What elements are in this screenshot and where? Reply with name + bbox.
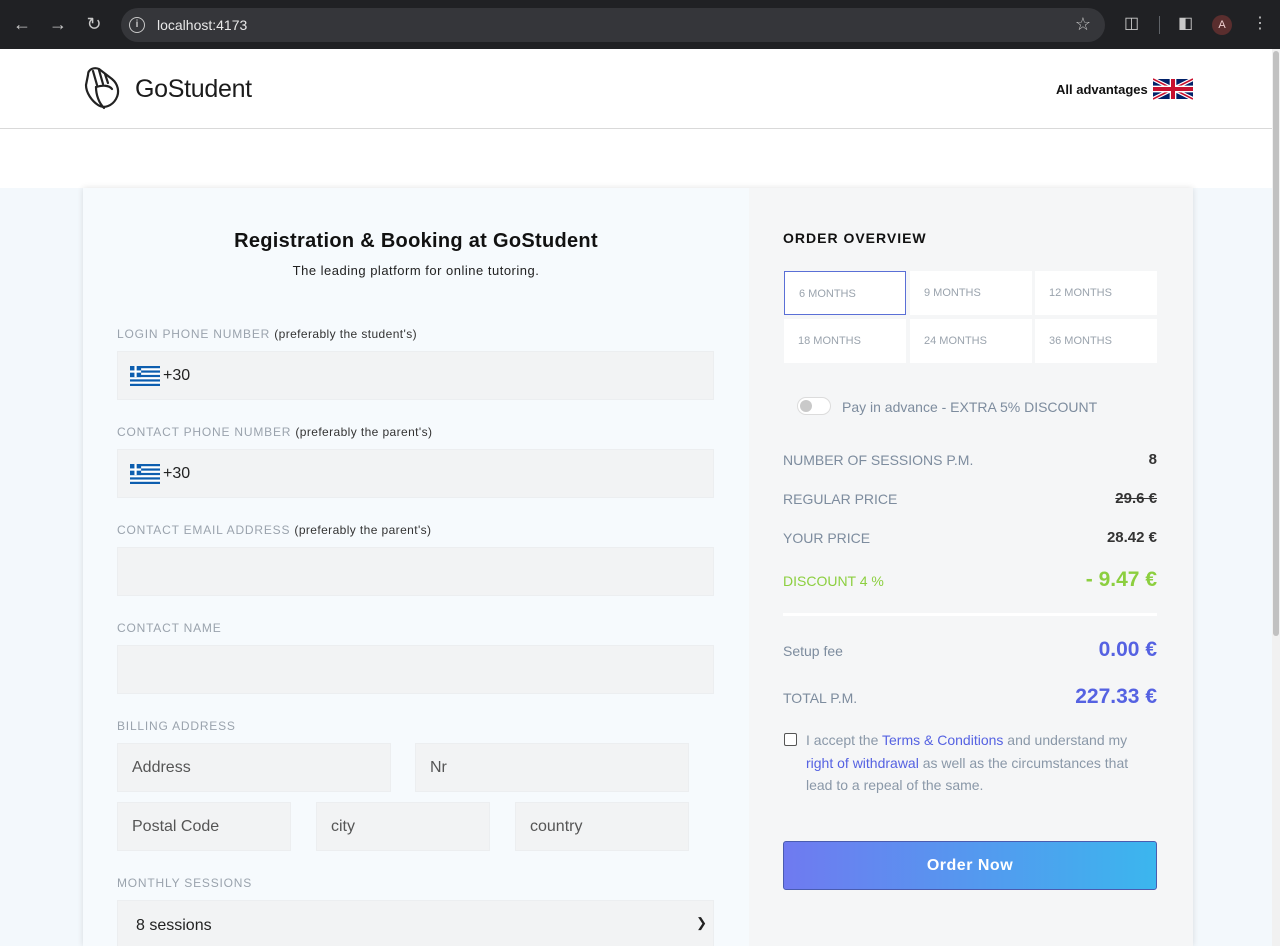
contact-email-label: CONTACT EMAIL ADDRESS (preferably the pa… — [117, 523, 432, 537]
country-placeholder: country — [530, 818, 583, 835]
contact-name-label: CONTACT NAME — [117, 621, 222, 635]
order-overview-title: ORDER OVERVIEW — [783, 230, 927, 246]
back-icon[interactable]: ← — [10, 12, 34, 36]
city-placeholder: city — [331, 818, 355, 835]
extensions-icon[interactable]: ◫ — [1124, 13, 1139, 33]
booking-card: Registration & Booking at GoStudent The … — [83, 188, 1193, 946]
page-scrollbar[interactable] — [1272, 49, 1280, 946]
contact-email-input[interactable] — [117, 547, 714, 596]
terms-conditions-link[interactable]: Terms & Conditions — [882, 732, 1003, 748]
gostudent-logo-icon[interactable] — [82, 65, 122, 111]
login-phone-input[interactable]: +30 — [117, 351, 714, 400]
duration-option-18-months[interactable]: 18 MONTHS — [784, 319, 906, 363]
pay-in-advance-toggle[interactable] — [797, 397, 831, 415]
order-now-button[interactable]: Order Now — [783, 841, 1157, 890]
site-header: GoStudent All advantages — [0, 49, 1272, 129]
browser-toolbar: ← → ↻ i localhost:4173 ☆ ◫ ◧ A ⋮ — [0, 0, 1280, 49]
setup-fee-value: 0.00 € — [1098, 638, 1157, 661]
login-phone-label: LOGIN PHONE NUMBER (preferably the stude… — [117, 327, 417, 341]
address-bar[interactable]: i localhost:4173 ☆ — [121, 8, 1105, 42]
pay-in-advance-label: Pay in advance - EXTRA 5% DISCOUNT — [842, 399, 1098, 415]
sessions-value: 8 — [1148, 451, 1157, 468]
city-input[interactable]: city — [316, 802, 490, 851]
greece-flag-icon[interactable] — [130, 464, 160, 484]
contact-phone-label: CONTACT PHONE NUMBER (preferably the par… — [117, 425, 433, 439]
duration-option-9-months[interactable]: 9 MONTHS — [910, 271, 1032, 315]
summary-divider — [783, 613, 1157, 616]
country-input[interactable]: country — [515, 802, 689, 851]
right-of-withdrawal-link[interactable]: right of withdrawal — [806, 755, 919, 771]
registration-form: Registration & Booking at GoStudent The … — [83, 188, 749, 946]
total-label: TOTAL P.M. — [783, 690, 858, 706]
url-text: localhost:4173 — [157, 17, 248, 33]
all-advantages-link[interactable]: All advantages — [1056, 82, 1148, 97]
duration-option-36-months[interactable]: 36 MONTHS — [1035, 319, 1157, 363]
scrollbar-thumb[interactable] — [1273, 51, 1279, 636]
contact-phone-country-code: +30 — [163, 465, 191, 482]
sessions-label: NUMBER OF SESSIONS P.M. — [783, 452, 974, 468]
form-title: Registration & Booking at GoStudent — [234, 230, 598, 252]
terms-text: I accept the Terms & Conditions and unde… — [806, 732, 1129, 793]
postal-code-placeholder: Postal Code — [132, 818, 220, 835]
order-overview-panel: ORDER OVERVIEW 6 MONTHS 9 MONTHS 12 MONT… — [749, 188, 1193, 946]
login-phone-country-code: +30 — [163, 367, 191, 384]
contact-phone-input[interactable]: +30 — [117, 449, 714, 498]
duration-option-24-months[interactable]: 24 MONTHS — [910, 319, 1032, 363]
monthly-sessions-label: MONTHLY SESSIONS — [117, 876, 253, 890]
regular-price-value: 29.6 € — [1115, 490, 1157, 507]
your-price-label: YOUR PRICE — [783, 530, 871, 546]
terms-checkbox[interactable] — [784, 733, 797, 746]
side-panel-icon[interactable]: ◧ — [1178, 13, 1193, 33]
house-number-input[interactable]: Nr — [415, 743, 689, 792]
address-input[interactable]: Address — [117, 743, 391, 792]
billing-address-label: BILLING ADDRESS — [117, 719, 236, 733]
site-info-icon[interactable]: i — [129, 17, 145, 33]
monthly-sessions-value: 8 sessions — [136, 917, 212, 934]
discount-value: - 9.47 € — [1085, 568, 1157, 591]
menu-dots-icon[interactable]: ⋮ — [1252, 13, 1268, 33]
your-price-value: 28.42 € — [1106, 529, 1157, 546]
toggle-knob — [800, 400, 812, 412]
forward-icon[interactable]: → — [46, 12, 70, 36]
brand-name[interactable]: GoStudent — [135, 75, 252, 104]
monthly-sessions-select[interactable]: 8 sessions ❯ — [117, 900, 714, 946]
setup-fee-label: Setup fee — [783, 643, 843, 659]
duration-option-12-months[interactable]: 12 MONTHS — [1035, 271, 1157, 315]
form-subtitle: The leading platform for online tutoring… — [292, 263, 540, 278]
profile-avatar[interactable]: A — [1212, 15, 1232, 35]
chevron-down-icon: ❯ — [696, 915, 707, 930]
toolbar-divider — [1159, 16, 1160, 34]
total-value: 227.33 € — [1075, 685, 1157, 708]
duration-option-6-months[interactable]: 6 MONTHS — [784, 271, 906, 315]
greece-flag-icon[interactable] — [130, 366, 160, 386]
bookmark-star-icon[interactable]: ☆ — [1075, 14, 1091, 35]
address-placeholder: Address — [132, 759, 191, 776]
reload-icon[interactable]: ↻ — [82, 12, 106, 36]
contact-name-input[interactable] — [117, 645, 714, 694]
uk-flag-icon[interactable] — [1153, 78, 1193, 100]
discount-label: DISCOUNT 4 % — [783, 573, 884, 589]
postal-code-input[interactable]: Postal Code — [117, 802, 291, 851]
regular-price-label: REGULAR PRICE — [783, 491, 898, 507]
house-number-placeholder: Nr — [430, 759, 447, 776]
